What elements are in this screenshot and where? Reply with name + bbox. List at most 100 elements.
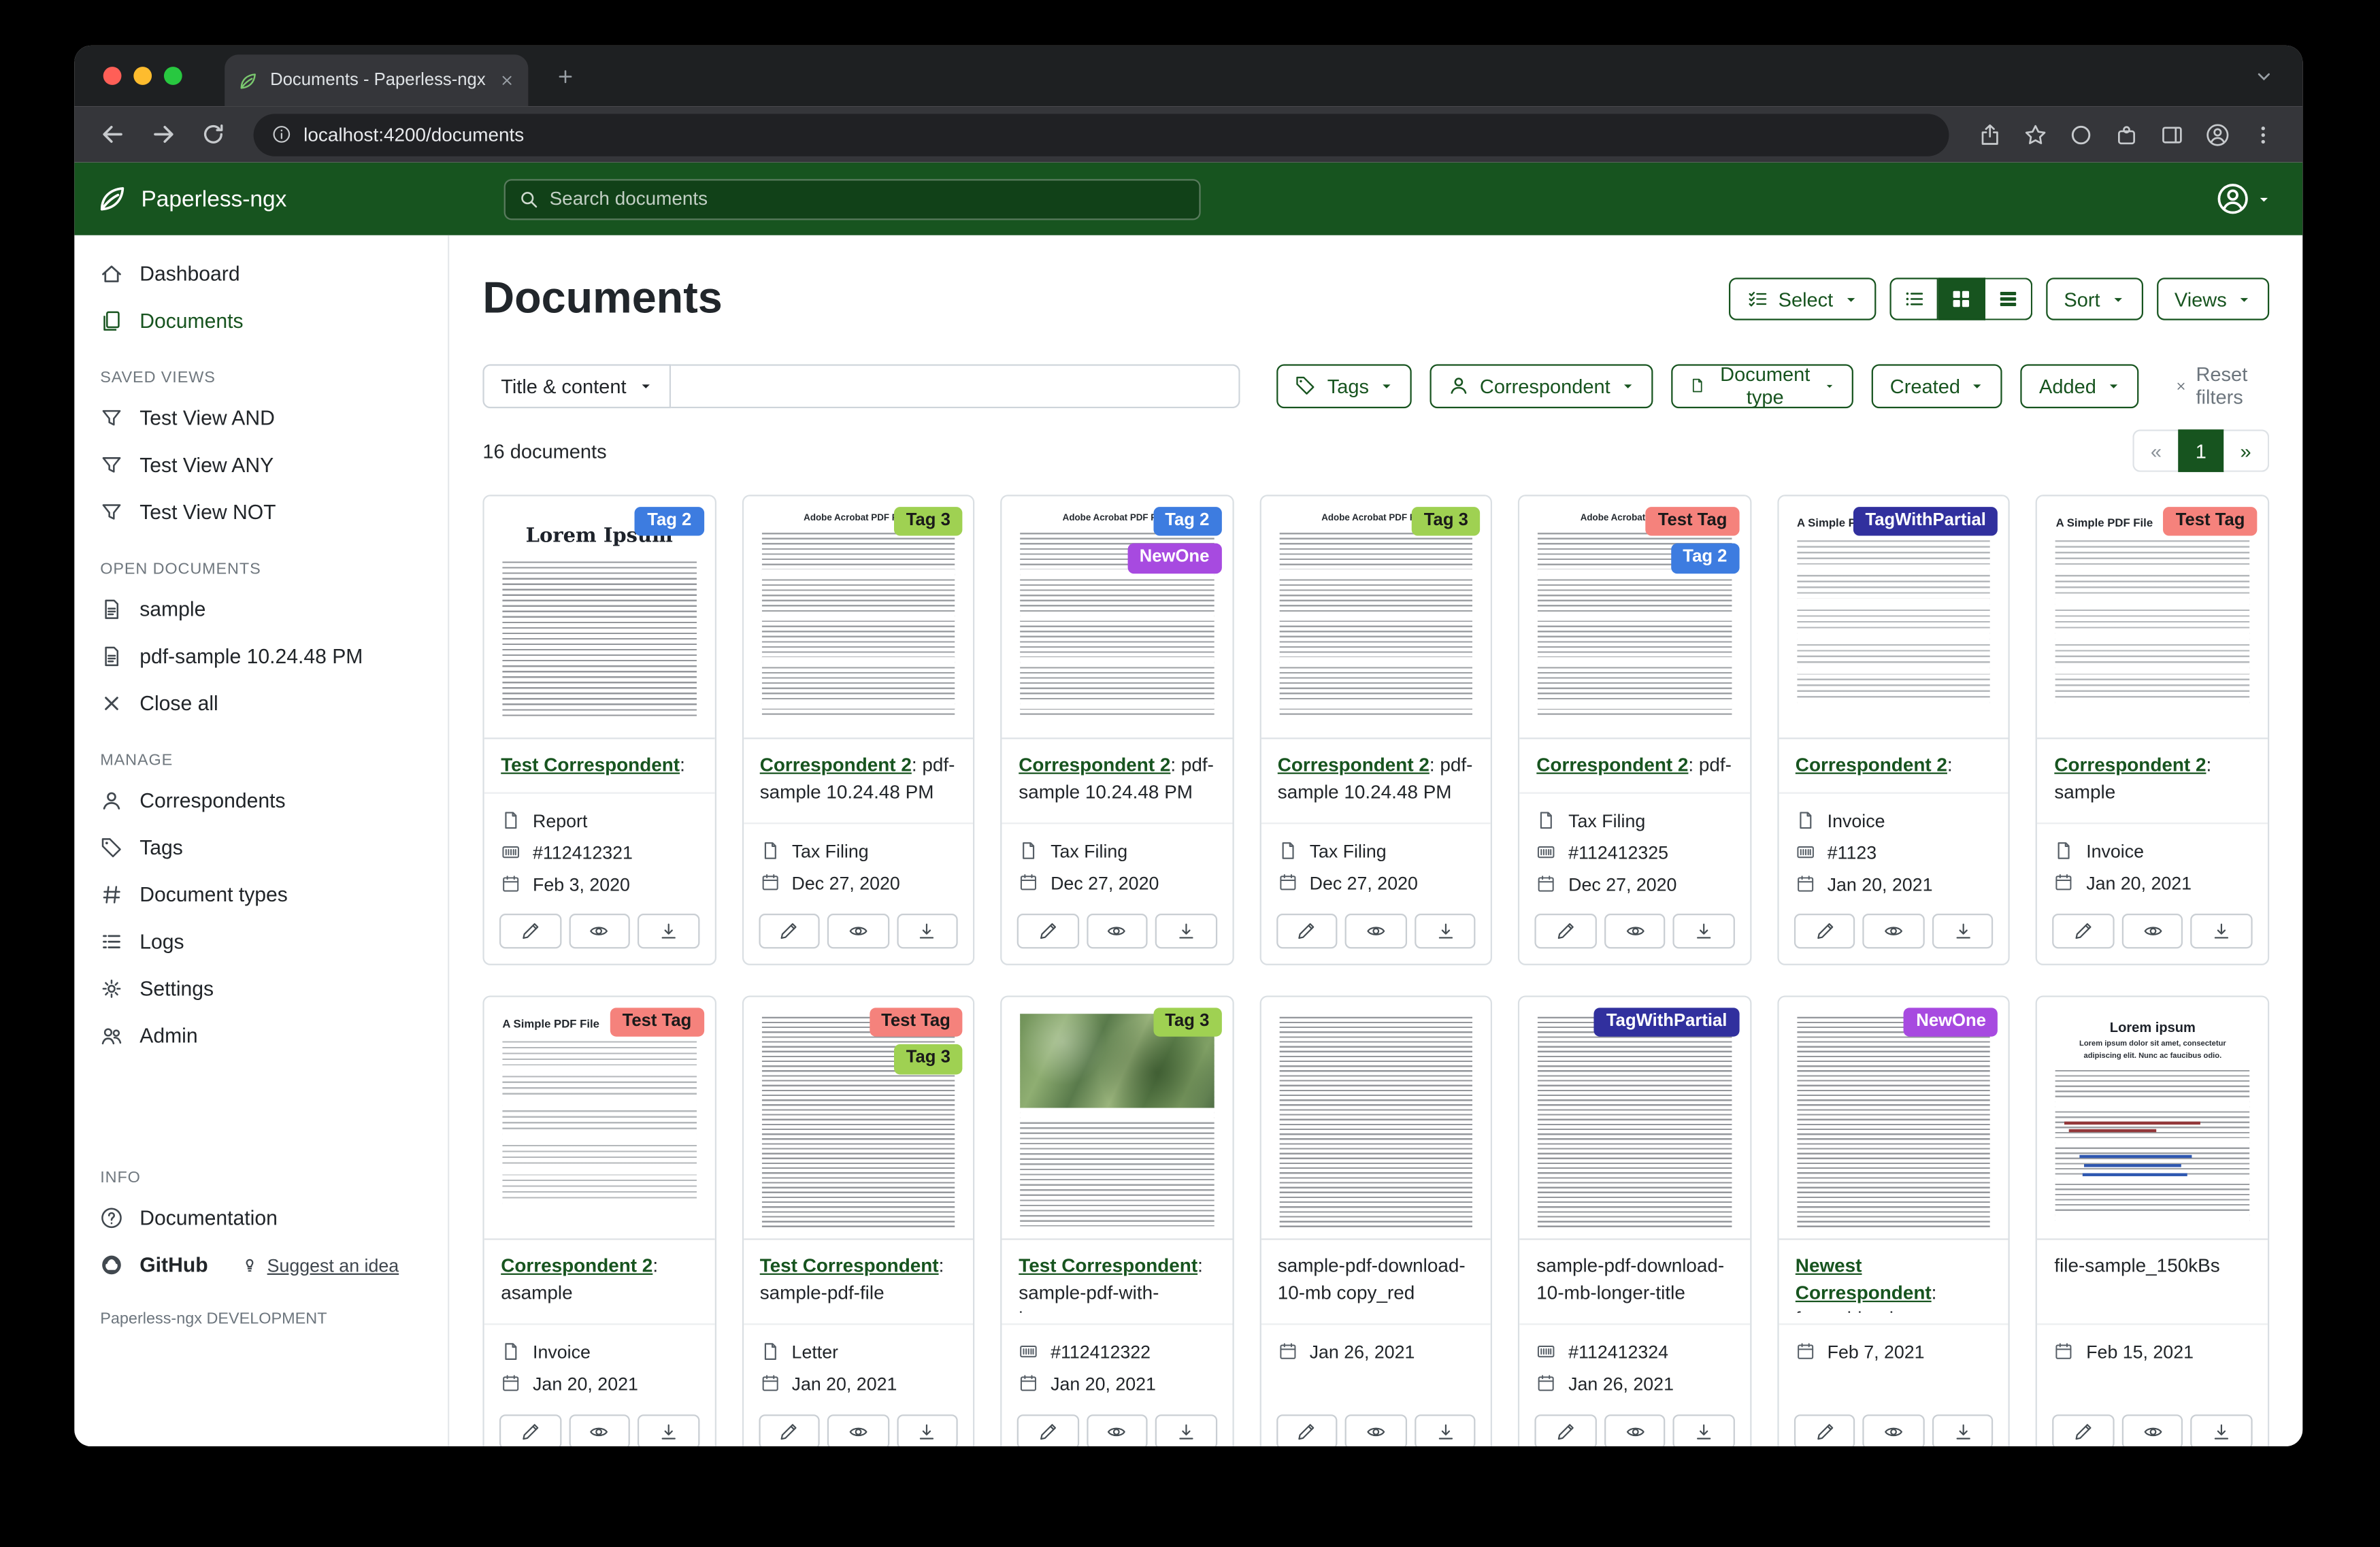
share-icon[interactable]: [1978, 122, 2002, 147]
edit-button[interactable]: [1794, 1415, 1855, 1446]
view-button[interactable]: [1087, 1415, 1148, 1446]
download-button[interactable]: [1415, 1415, 1476, 1446]
document-thumbnail[interactable]: A Simple PDF File Test Tag: [2038, 497, 2268, 739]
tag-badge[interactable]: Tag 2: [1153, 508, 1221, 537]
sidebar-item-documentation[interactable]: Documentation: [74, 1195, 448, 1242]
sidebar-item-logs[interactable]: Logs: [74, 918, 448, 965]
title-content-input[interactable]: [670, 364, 1240, 408]
document-card[interactable]: A Simple PDF File Test Tag Correspondent…: [482, 996, 716, 1446]
search-input[interactable]: [550, 188, 1186, 210]
tag-badge[interactable]: Tag 2: [1670, 544, 1739, 573]
tag-badge[interactable]: Tag 3: [1412, 508, 1481, 537]
document-thumbnail[interactable]: [1261, 997, 1491, 1240]
download-button[interactable]: [897, 914, 958, 949]
bookmark-star-icon[interactable]: [2023, 122, 2048, 147]
previous-page-button[interactable]: «: [2132, 430, 2178, 472]
tag-badge[interactable]: Tag 2: [635, 508, 704, 537]
edit-button[interactable]: [2053, 914, 2114, 949]
document-card[interactable]: TagWithPartial sample-pdf-download-10-mb…: [1519, 996, 1752, 1446]
sidebar-item-settings[interactable]: Settings: [74, 965, 448, 1012]
view-button[interactable]: [1604, 1415, 1666, 1446]
document-thumbnail[interactable]: Adobe Acrobat PDF Files Tag 3: [743, 497, 973, 739]
side-panel-icon[interactable]: [2160, 122, 2185, 147]
sidebar-item-admin[interactable]: Admin: [74, 1012, 448, 1059]
view-button[interactable]: [1604, 914, 1666, 949]
edit-button[interactable]: [758, 914, 819, 949]
document-card[interactable]: NewOne Newest Correspondent: f_combineds…: [1777, 996, 2011, 1446]
tag-badge[interactable]: NewOne: [1904, 1008, 1998, 1037]
sidebar-item-correspondents[interactable]: Correspondents: [74, 777, 448, 824]
tab-search-icon[interactable]: [2254, 66, 2274, 86]
view-button[interactable]: [2122, 914, 2183, 949]
sidebar-item-documents[interactable]: Documents: [74, 297, 448, 344]
view-button[interactable]: [569, 914, 630, 949]
tag-badge[interactable]: NewOne: [1127, 544, 1221, 573]
document-title-link[interactable]: Newest Correspondent: [1796, 1256, 1932, 1303]
document-thumbnail[interactable]: Adobe Acrobat PDF Files Test TagTag 2: [1520, 497, 1750, 739]
download-button[interactable]: [897, 1415, 958, 1446]
tag-badge[interactable]: Test Tag: [1646, 508, 1739, 537]
document-card[interactable]: Test TagTag 3 Test Correspondent: sample…: [742, 996, 975, 1446]
list-view-button[interactable]: [1889, 278, 1938, 320]
sort-button[interactable]: Sort: [2046, 278, 2143, 320]
extension-icon[interactable]: [2069, 122, 2094, 147]
view-button[interactable]: [1863, 914, 1924, 949]
view-button[interactable]: [827, 914, 889, 949]
added-filter-button[interactable]: Added: [2021, 364, 2138, 408]
view-button[interactable]: [2122, 1415, 2183, 1446]
document-card[interactable]: Adobe Acrobat PDF Files Test TagTag 2 Co…: [1519, 495, 1752, 966]
edit-button[interactable]: [1276, 914, 1338, 949]
edit-button[interactable]: [499, 914, 561, 949]
edit-button[interactable]: [1535, 914, 1596, 949]
detail-view-button[interactable]: [1985, 278, 2032, 320]
download-button[interactable]: [1155, 914, 1217, 949]
download-button[interactable]: [638, 1415, 699, 1446]
new-tab-button[interactable]: [546, 58, 583, 95]
tag-badge[interactable]: TagWithPartial: [1594, 1008, 1739, 1037]
suggest-idea-link[interactable]: Suggest an idea: [239, 1254, 399, 1276]
document-title-link[interactable]: Test Correspondent: [1019, 1256, 1197, 1277]
global-search[interactable]: [504, 178, 1201, 219]
document-title-link[interactable]: Correspondent 2: [1019, 754, 1170, 776]
document-title-link[interactable]: Test Correspondent: [760, 1256, 939, 1277]
document-title-link[interactable]: Correspondent 2: [760, 754, 912, 776]
document-thumbnail[interactable]: Adobe Acrobat PDF Files Tag 2NewOne: [1002, 497, 1232, 739]
sidebar-item-dashboard[interactable]: Dashboard: [74, 250, 448, 297]
download-button[interactable]: [1415, 914, 1476, 949]
back-icon[interactable]: [100, 121, 126, 147]
menu-kebab-icon[interactable]: [2251, 122, 2275, 147]
document-thumbnail[interactable]: Lorem Ipsum Tag 2: [484, 497, 714, 739]
document-type-filter-button[interactable]: Document type: [1671, 364, 1853, 408]
sidebar-item-open-doc-sample[interactable]: sample: [74, 586, 448, 633]
sidebar-item-document-types[interactable]: Document types: [74, 871, 448, 918]
edit-button[interactable]: [1017, 1415, 1078, 1446]
tag-badge[interactable]: TagWithPartial: [1853, 508, 1998, 537]
document-card[interactable]: Lorem ipsum Lorem ipsum dolor sit amet, …: [2036, 996, 2270, 1446]
close-window-button[interactable]: [103, 67, 122, 85]
document-thumbnail[interactable]: TagWithPartial: [1520, 997, 1750, 1240]
tag-badge[interactable]: Test Tag: [869, 1008, 962, 1037]
document-card[interactable]: Adobe Acrobat PDF Files Tag 3 Correspond…: [1259, 495, 1493, 966]
edit-button[interactable]: [1017, 914, 1078, 949]
document-card[interactable]: Adobe Acrobat PDF Files Tag 3 Correspond…: [742, 495, 975, 966]
minimize-window-button[interactable]: [133, 67, 152, 85]
sidebar-item-close-all[interactable]: Close all: [74, 680, 448, 727]
grid-view-button[interactable]: [1938, 278, 1985, 320]
next-page-button[interactable]: »: [2224, 430, 2269, 472]
document-thumbnail[interactable]: A Simple PDF File TagWithPartial: [1779, 497, 2009, 739]
download-button[interactable]: [1155, 1415, 1217, 1446]
created-filter-button[interactable]: Created: [1872, 364, 2002, 408]
document-card[interactable]: A Simple PDF File Test Tag Correspondent…: [2036, 495, 2270, 966]
document-title-link[interactable]: Correspondent 2: [1536, 754, 1688, 776]
sidebar-item-github[interactable]: GitHub Suggest an idea: [74, 1242, 448, 1288]
edit-button[interactable]: [499, 1415, 561, 1446]
download-button[interactable]: [2191, 1415, 2252, 1446]
document-title-link[interactable]: Correspondent 2: [501, 1256, 652, 1277]
tag-badge[interactable]: Tag 3: [1153, 1008, 1221, 1037]
edit-button[interactable]: [1535, 1415, 1596, 1446]
document-thumbnail[interactable]: Adobe Acrobat PDF Files Tag 3: [1261, 497, 1491, 739]
document-thumbnail[interactable]: Tag 3: [1002, 997, 1232, 1240]
document-title-link[interactable]: Correspondent 2: [1796, 754, 1947, 776]
reload-icon[interactable]: [200, 121, 226, 147]
document-title-link[interactable]: Correspondent 2: [1278, 754, 1429, 776]
